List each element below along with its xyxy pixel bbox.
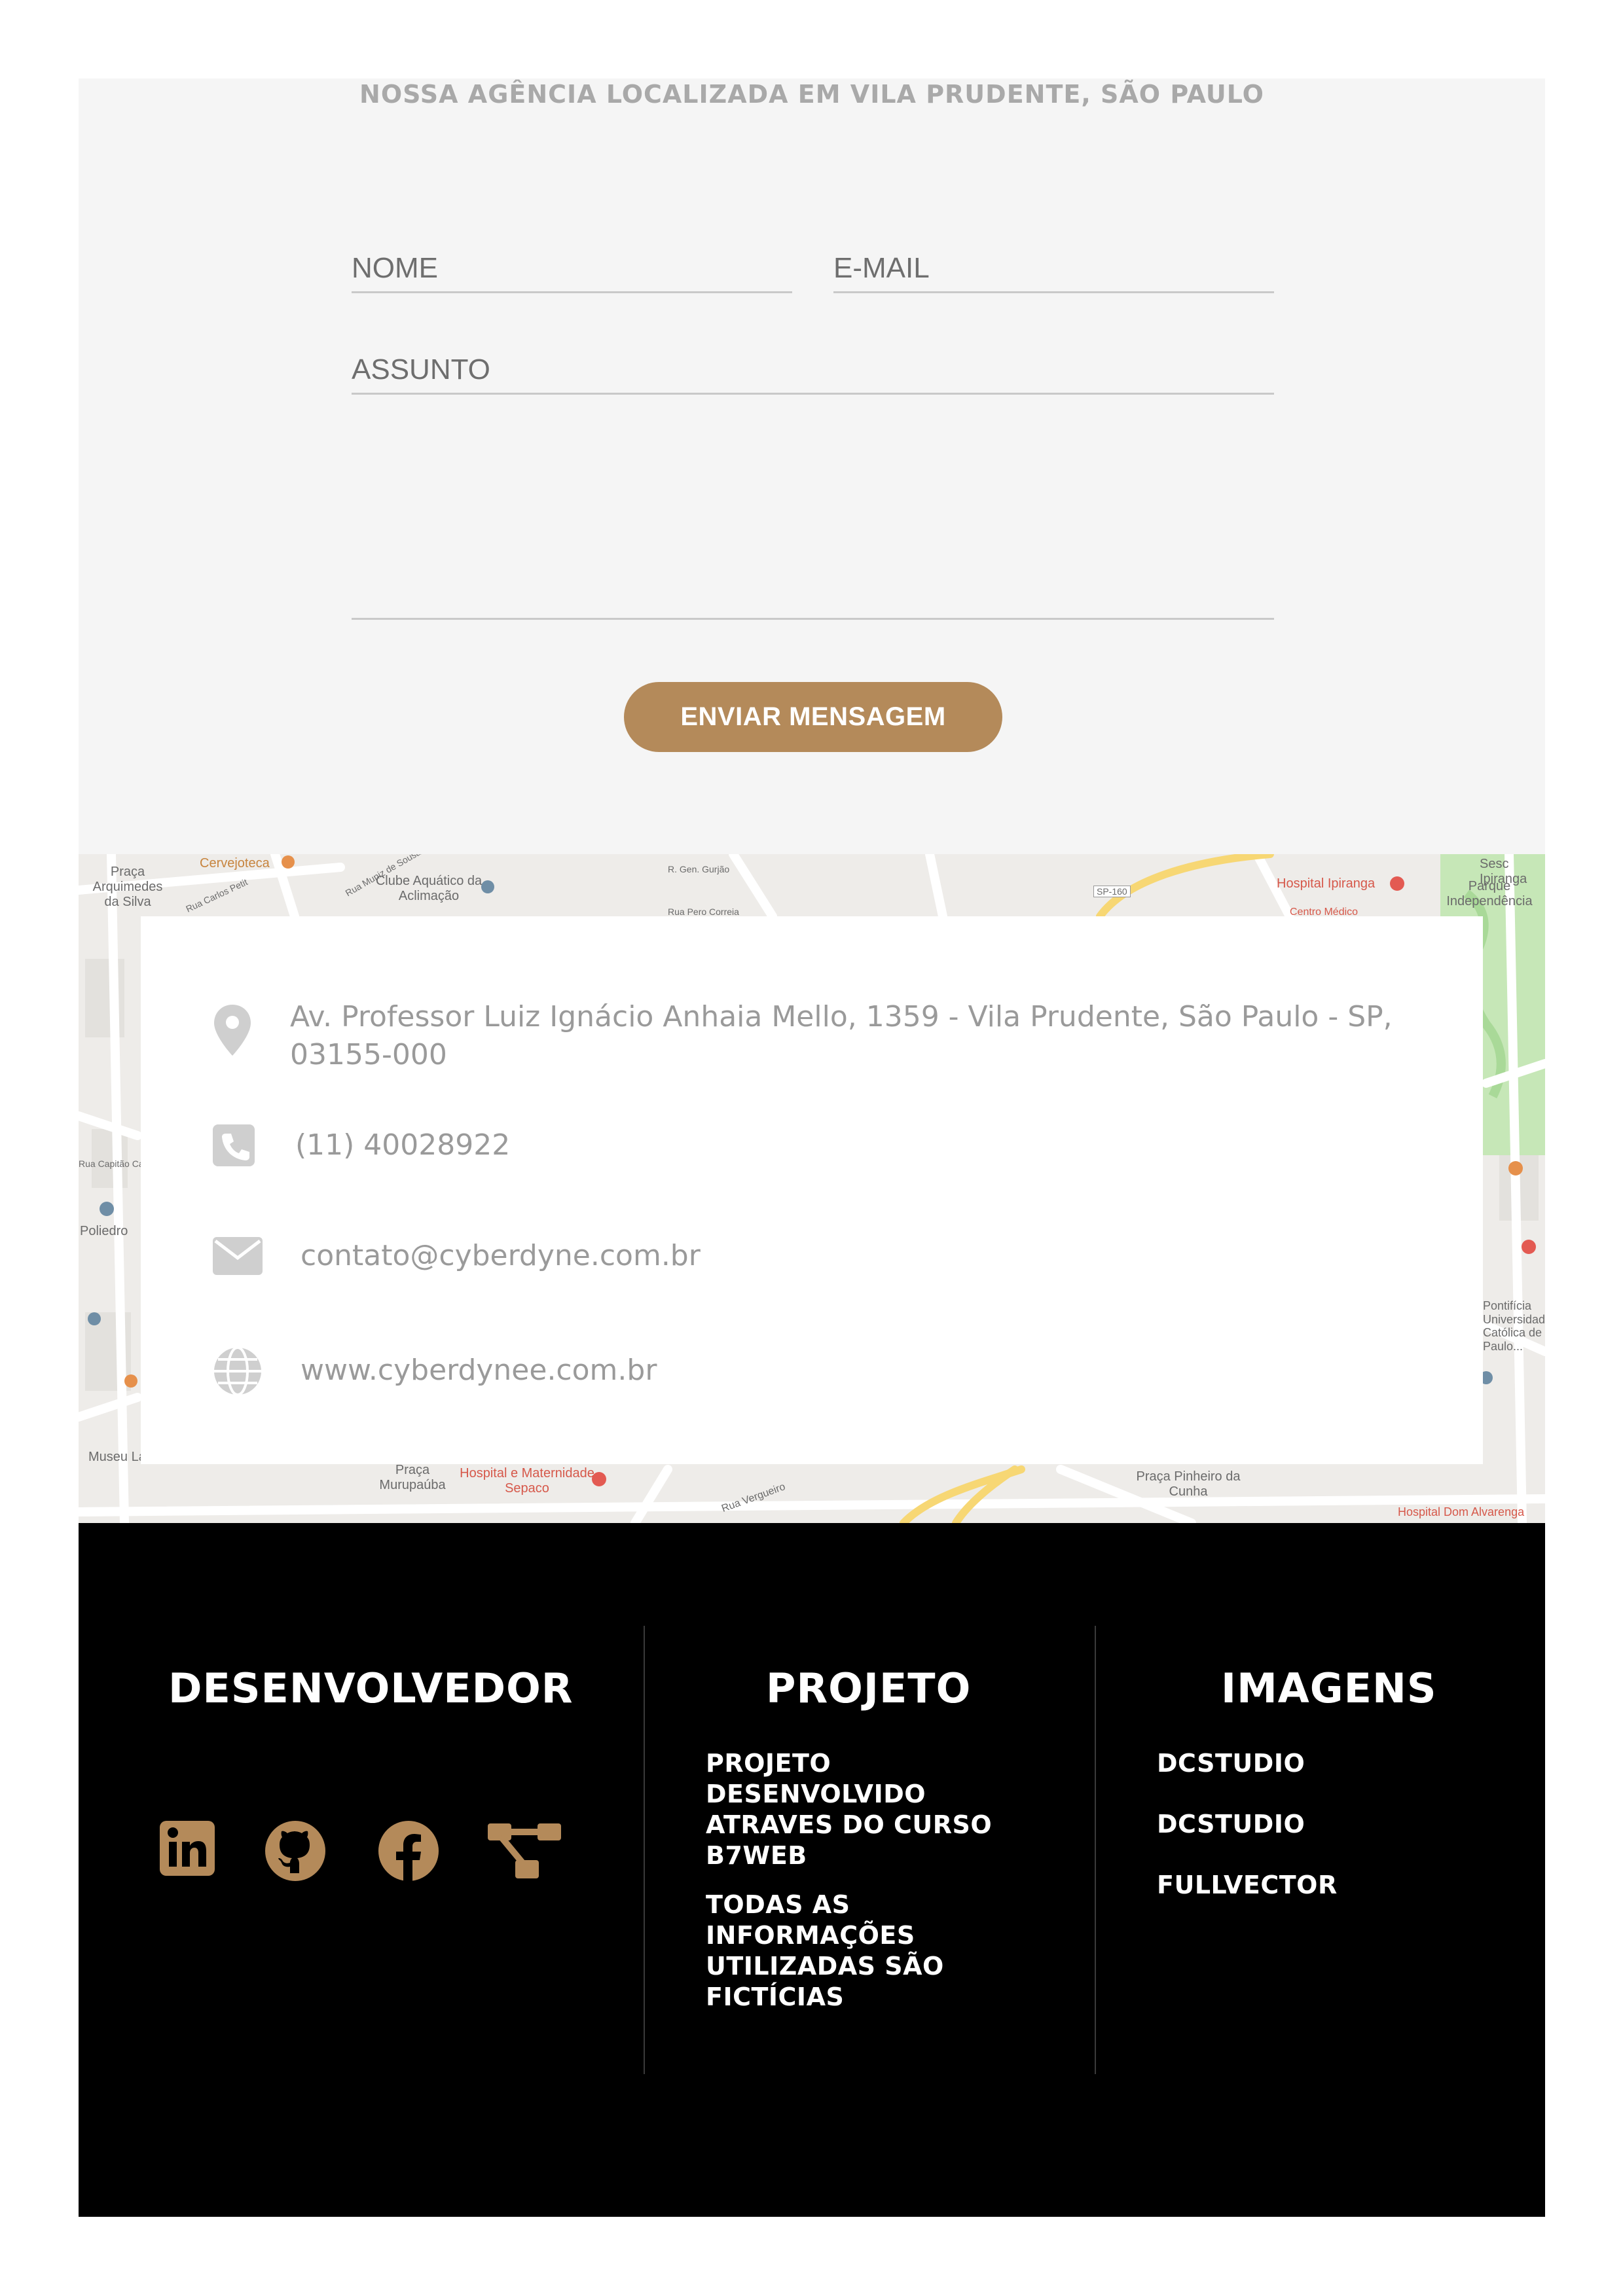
map-label: R. Gen. Gurjão xyxy=(668,864,730,874)
github-icon xyxy=(265,1821,325,1881)
envelope-icon xyxy=(213,1237,263,1275)
map-label: Hospital Ipiranga xyxy=(1277,876,1376,891)
message-textarea[interactable] xyxy=(352,419,1274,618)
map-label: Parque Independência xyxy=(1446,879,1533,908)
map-label: Poliedro xyxy=(80,1224,128,1238)
contact-subtitle: NOSSA AGÊNCIA LOCALIZADA EM VILA PRUDENT… xyxy=(359,80,1264,109)
map-label: Praça Pinheiro da Cunha xyxy=(1136,1469,1241,1499)
email-input[interactable] xyxy=(833,232,1274,291)
email-text[interactable]: contato@cyberdyne.com.br xyxy=(301,1237,701,1275)
linkedin-icon xyxy=(160,1821,215,1876)
map-label: Rua Pero Correia xyxy=(668,906,739,917)
map-label: Hospital e Maternidade Sepaco xyxy=(460,1466,594,1496)
column-divider xyxy=(1095,1626,1096,2074)
map-label: Clube Aquático da Aclimação xyxy=(375,874,483,903)
github-link[interactable] xyxy=(265,1821,325,1884)
project-text: TODAS AS INFORMAÇÕES UTILIZADAS SÃO FICT… xyxy=(706,1890,944,2011)
sitemap-icon xyxy=(488,1823,561,1878)
address-text: Av. Professor Luiz Ignácio Anhaia Mello,… xyxy=(290,1000,1393,1071)
column-divider xyxy=(644,1626,645,2074)
linkedin-link[interactable] xyxy=(160,1821,215,1878)
project-text: PROJETO DESENVOLVIDO ATRAVES DO CURSO B7… xyxy=(706,1749,993,1870)
footer: DESENVOLVEDOR PROJETO PROJETO DESENVOLVI… xyxy=(79,1523,1545,2217)
map-label: Hospital Dom Alvarenga xyxy=(1398,1505,1525,1518)
images-heading: IMAGENS xyxy=(1221,1664,1437,1712)
website-text[interactable]: www.cyberdynee.com.br xyxy=(301,1352,657,1390)
map-pin-icon xyxy=(214,1005,251,1056)
contact-info-card: Av. Professor Luiz Ignácio Anhaia Mello,… xyxy=(141,916,1483,1464)
map-label: Pontifícia Universidade Católica de Paul… xyxy=(1483,1299,1545,1354)
map-label: SP-160 xyxy=(1093,886,1131,898)
facebook-link[interactable] xyxy=(378,1821,439,1884)
contact-section: NOSSA AGÊNCIA LOCALIZADA EM VILA PRUDENT… xyxy=(79,79,1545,854)
name-field-wrapper xyxy=(352,232,792,293)
map-label: Cervejoteca xyxy=(200,856,270,870)
globe-icon xyxy=(214,1346,261,1396)
project-heading: PROJETO xyxy=(766,1664,972,1712)
image-credit: DCSTUDIO xyxy=(1157,1810,1305,1839)
map-section[interactable]: Cervejoteca Praça Arquimedes da Silva Ru… xyxy=(79,854,1545,1523)
map-label: Praça Murupaúba xyxy=(379,1463,446,1492)
subject-field-wrapper xyxy=(352,334,1274,395)
facebook-icon xyxy=(378,1821,439,1881)
developer-heading: DESENVOLVEDOR xyxy=(168,1664,574,1712)
send-message-button[interactable]: ENVIAR MENSAGEM xyxy=(624,682,1002,752)
message-field-wrapper xyxy=(352,419,1274,620)
image-credit: DCSTUDIO xyxy=(1157,1749,1305,1778)
map-label: Praça Arquimedes da Silva xyxy=(92,865,163,909)
image-credit: FULLVECTOR xyxy=(1157,1871,1338,1899)
email-field-wrapper xyxy=(833,232,1274,293)
subject-input[interactable] xyxy=(352,334,1274,393)
phone-icon xyxy=(213,1124,255,1166)
name-input[interactable] xyxy=(352,232,792,291)
phone-text: (11) 40028922 xyxy=(295,1128,511,1162)
sitemap-link[interactable] xyxy=(488,1821,561,1881)
